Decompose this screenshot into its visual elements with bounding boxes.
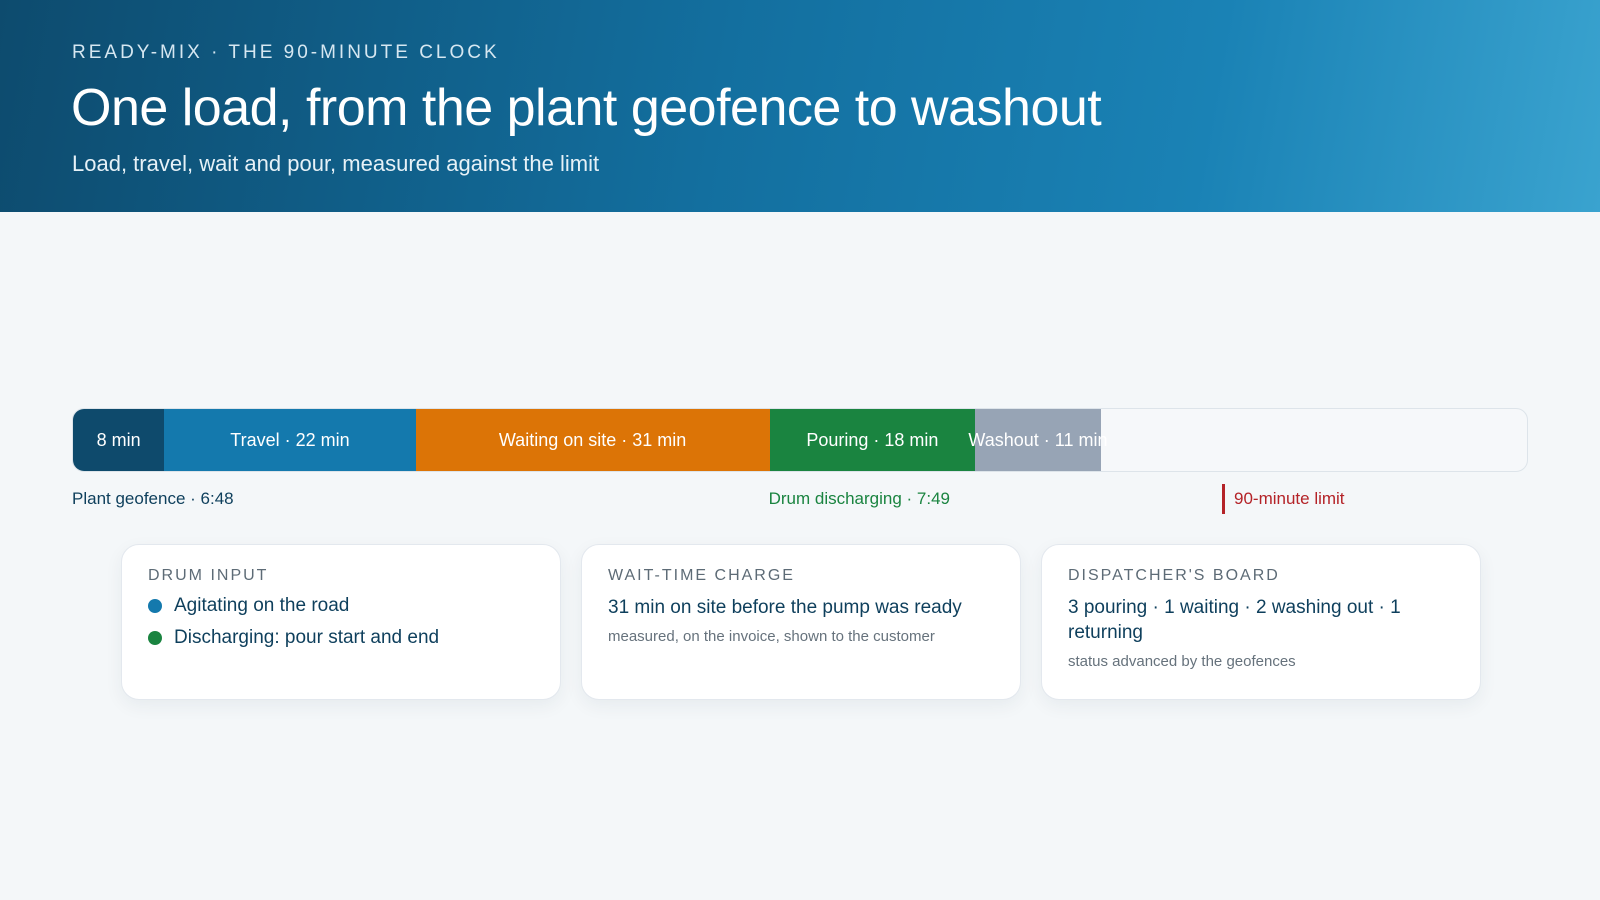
header-banner: READY-MIX · THE 90-MINUTE CLOCK One load… [0,0,1600,212]
plant-geofence-label: Plant geofence · 6:48 [72,489,234,508]
wait-time-charge-card: WAIT-TIME CHARGE 31 min on site before t… [581,544,1021,700]
legend-text: Discharging: pour start and end [174,627,440,648]
page-title: One load, from the plant geofence to was… [71,79,1102,137]
limit-marker [1222,484,1225,514]
limit-label: 90-minute limit [1234,489,1345,508]
timeline-segment-0: 8 min [73,409,165,471]
legend-item-agitating: Agitating on the road [148,595,534,617]
timeline-segment-1: Travel · 22 min [164,409,416,471]
card-title: DRUM INPUT [148,567,269,584]
drum-input-card: DRUM INPUT Agitating on the road Dischar… [121,544,561,700]
card-note: status advanced by the geofences [1068,653,1296,670]
timeline-segment-4: Washout · 11 min [968,409,1107,471]
card-main-text: 31 min on site before the pump was ready [608,597,962,618]
card-title: WAIT-TIME CHARGE [608,567,795,584]
blue-dot-icon [148,599,162,613]
card-main-text: 3 pouring · 1 waiting · 2 washing out · … [1068,597,1401,643]
green-dot-icon [148,631,162,645]
card-title: DISPATCHER'S BOARD [1068,567,1280,584]
card-note: measured, on the invoice, shown to the c… [608,628,935,645]
eyebrow-label: READY-MIX · THE 90-MINUTE CLOCK [72,42,500,63]
timeline-track: 8 min Travel · 22 min Waiting on site · 31… [72,408,1528,472]
timeline-segment-3: Pouring · 18 min [769,409,976,471]
dispatchers-board-card: DISPATCHER'S BOARD 3 pouring · 1 waiting… [1041,544,1481,700]
legend-text: Agitating on the road [174,595,350,616]
timeline-segment-2: Waiting on site · 31 min [415,409,770,471]
drum-discharging-label: Drum discharging · 7:49 [768,489,951,508]
page-subtitle: Load, travel, wait and pour, measured ag… [72,151,600,176]
legend-item-discharging: Discharging: pour start and end [148,627,534,649]
